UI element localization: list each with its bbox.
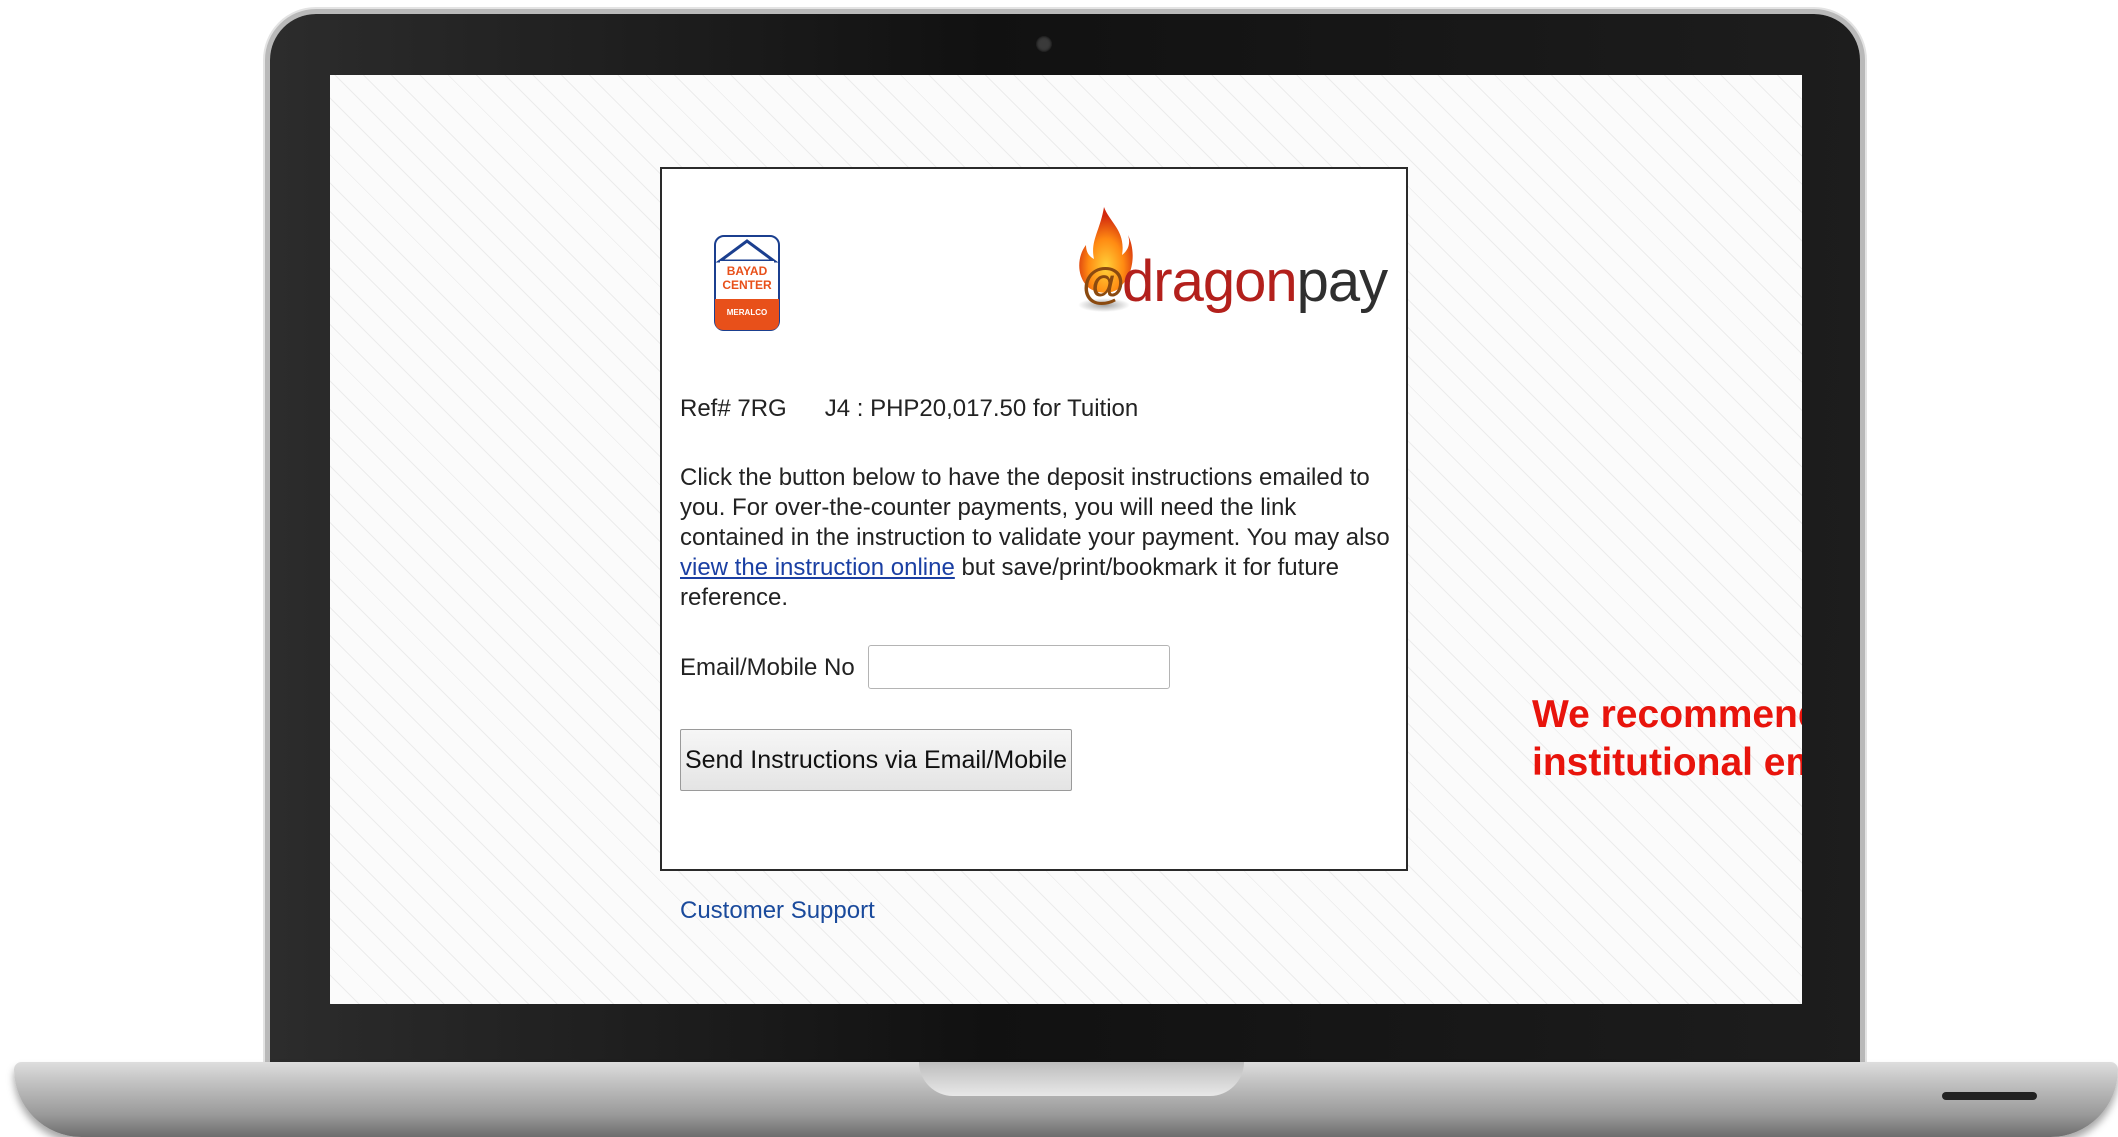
dragonpay-pay-text: pay bbox=[1296, 249, 1389, 314]
dragonpay-at-symbol: @ bbox=[1082, 259, 1125, 308]
send-instructions-button[interactable]: Send Instructions via Email/Mobile bbox=[680, 729, 1072, 791]
ref-suffix: J4 : PHP20,017.50 for Tuition bbox=[824, 395, 1139, 422]
bayad-logo-text-2: CENTER bbox=[722, 278, 772, 292]
email-mobile-label: Email/Mobile No bbox=[680, 654, 855, 681]
bayad-center-logo: BAYAD CENTER MERALCO bbox=[714, 235, 780, 331]
instructions-part1: Click the button below to have the depos… bbox=[680, 464, 1390, 551]
dragonpay-dragon-text: dragon bbox=[1122, 249, 1298, 314]
instructions-text: Click the button below to have the depos… bbox=[680, 463, 1390, 613]
ref-prefix: Ref# 7RG bbox=[680, 395, 787, 422]
laptop-notch bbox=[919, 1062, 1244, 1096]
laptop-base bbox=[14, 1062, 2118, 1137]
dragonpay-logo: dragonpay @ bbox=[1074, 205, 1388, 335]
laptop-slot bbox=[1942, 1092, 2037, 1100]
view-instruction-link[interactable]: view the instruction online bbox=[680, 554, 955, 581]
email-mobile-input[interactable] bbox=[868, 645, 1170, 689]
recommendation-callout: We recommend to input your institutional… bbox=[1532, 693, 1802, 784]
bayad-logo-text-1: BAYAD bbox=[727, 264, 768, 278]
laptop-screen: BAYAD CENTER MERALCO dragonpay @ Ref# 7R… bbox=[330, 75, 1802, 1004]
dragonpay-wordmark: dragonpay bbox=[1122, 253, 1388, 311]
payment-panel: BAYAD CENTER MERALCO dragonpay @ Ref# 7R… bbox=[660, 167, 1408, 871]
webcam-icon bbox=[1036, 36, 1052, 52]
customer-support-link[interactable]: Customer Support bbox=[680, 897, 875, 925]
bayad-logo-sub: MERALCO bbox=[727, 308, 767, 317]
reference-line: Ref# 7RG J4 : PHP20,017.50 for Tuition bbox=[680, 395, 1138, 423]
